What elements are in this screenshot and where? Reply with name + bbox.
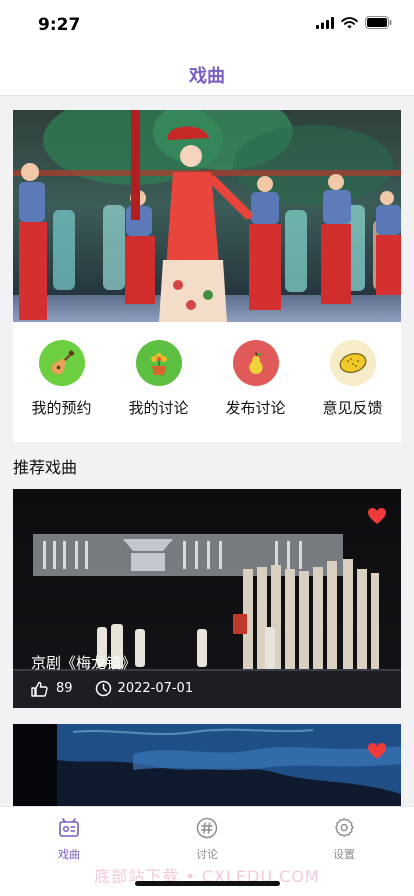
like-count: 89 [56,681,73,696]
banner-image[interactable] [13,110,401,322]
tab-label: 设置 [333,848,355,861]
home-indicator [135,881,280,886]
tab-discussion[interactable]: 讨论 [157,817,257,862]
quick-action-label: 发布讨论 [225,399,286,417]
clock-icon [95,680,111,697]
hashtag-icon [196,817,218,839]
tab-label: 戏曲 [58,848,80,861]
tab-label: 讨论 [196,848,218,861]
opera-card[interactable]: 京剧《梅龙镇》 89 2022-07-01 [13,489,401,708]
opera-stage-illustration [13,724,401,814]
navigation-bar: 戏曲 [0,50,414,96]
opera-tab-icon [59,818,79,837]
guitar-icon [38,340,85,386]
lemon-icon [329,340,376,386]
favorite-heart-icon[interactable] [367,507,387,525]
opera-card[interactable] [13,724,401,814]
opera-meta: 89 2022-07-01 [31,680,193,697]
tab-opera[interactable]: 戏曲 [19,817,119,862]
quick-action-label: 意见反馈 [322,399,383,417]
quick-action-my-discussions[interactable]: 我的讨论 [110,340,207,418]
status-icons [316,16,392,29]
opera-title: 京剧《梅龙镇》 [31,654,137,672]
quick-action-label: 我的讨论 [128,399,189,417]
tab-settings[interactable]: 设置 [294,817,394,862]
flower-pot-icon [135,340,182,386]
section-title: 推荐戏曲 [13,458,78,477]
status-time: 9:27 [38,15,81,35]
wifi-icon [341,16,358,28]
thumbs-up-icon[interactable] [31,681,48,697]
quick-action-feedback[interactable]: 意见反馈 [304,340,401,418]
page-title: 戏曲 [189,66,225,87]
opera-performance-illustration [13,110,401,322]
pear-icon [232,340,279,386]
gear-icon [335,818,354,837]
quick-action-post-discussion[interactable]: 发布讨论 [207,340,304,418]
quick-actions-panel: 我的预约 我的讨论 发布讨论 意见反馈 [13,322,401,442]
release-date: 2022-07-01 [117,681,194,696]
status-bar: 9:27 [0,0,414,50]
quick-action-my-reservations[interactable]: 我的预约 [13,340,110,418]
quick-action-label: 我的预约 [31,399,92,417]
battery-icon [365,16,392,29]
opera-stage-illustration [13,489,401,708]
favorite-heart-icon[interactable] [367,742,387,760]
signal-icon [316,16,334,29]
